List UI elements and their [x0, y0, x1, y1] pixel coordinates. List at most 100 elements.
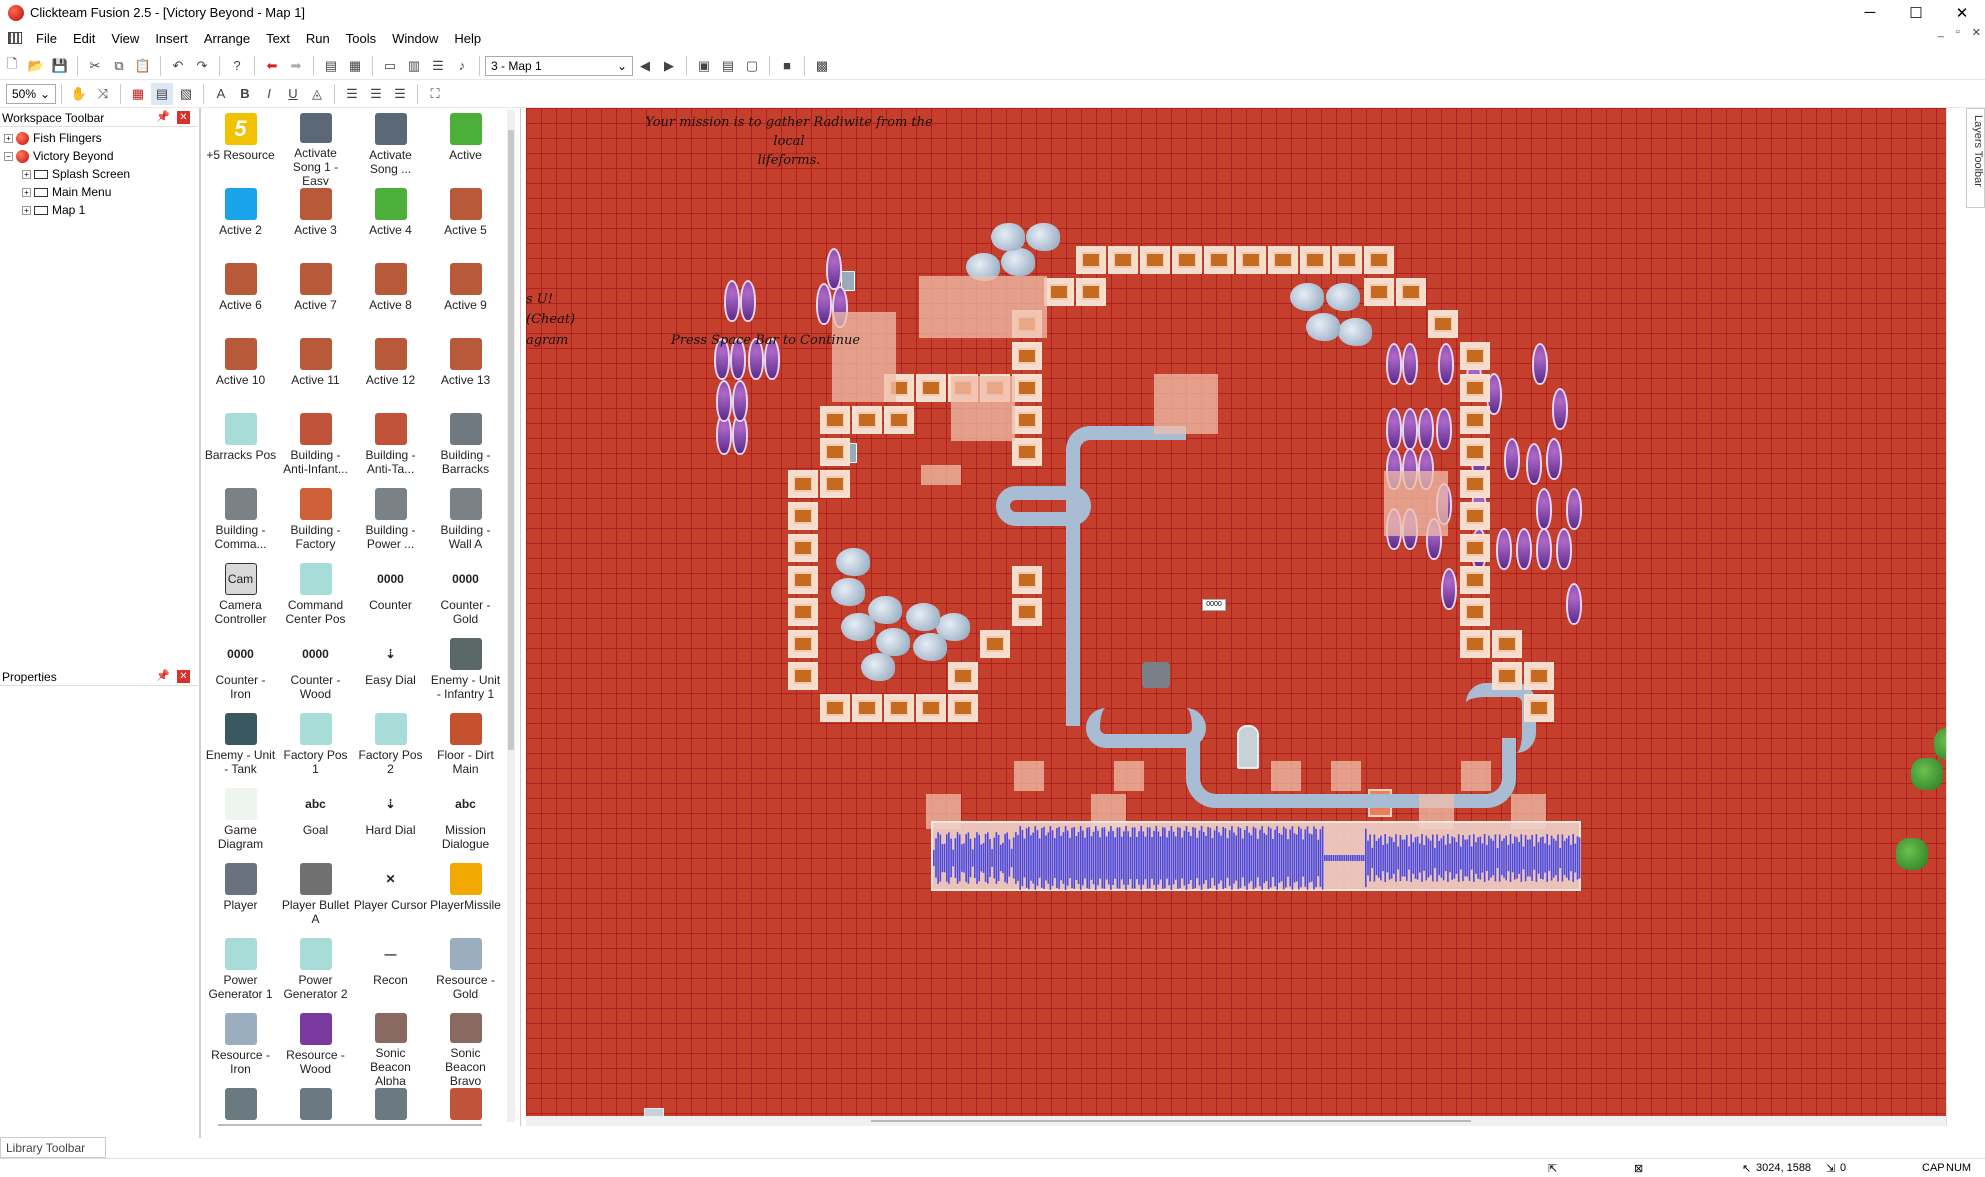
library-hscroll[interactable] — [218, 1124, 482, 1126]
expand-icon[interactable]: + — [22, 187, 31, 197]
run-frame-icon[interactable]: ▤ — [717, 55, 739, 77]
font-icon[interactable]: A — [210, 83, 232, 105]
wall-block[interactable] — [1108, 246, 1138, 274]
script-icon[interactable]: ♪ — [451, 55, 473, 77]
floor-tile[interactable] — [1014, 761, 1044, 791]
wall-block[interactable] — [1204, 246, 1234, 274]
tree-item-map-1[interactable]: + Map 1 — [0, 201, 198, 219]
copy-icon[interactable]: ⧉ — [108, 55, 130, 77]
grid-setup-icon[interactable]: ▧ — [175, 83, 197, 105]
wall-block[interactable] — [1364, 278, 1394, 306]
paste-icon[interactable]: 📋 — [132, 55, 154, 77]
menu-file[interactable]: File — [28, 31, 65, 46]
resource-iron[interactable] — [831, 578, 865, 606]
menu-arrange[interactable]: Arrange — [196, 31, 258, 46]
expand-icon[interactable]: + — [4, 133, 13, 143]
resource-iron[interactable] — [1306, 313, 1340, 341]
hand-tool-icon[interactable]: ✋ — [68, 83, 90, 105]
wall-block[interactable] — [1172, 246, 1202, 274]
show-grid-icon[interactable]: ▦ — [127, 83, 149, 105]
resource-iron[interactable] — [991, 223, 1025, 251]
library-item[interactable]: Active 6 — [203, 260, 278, 335]
resource-iron[interactable] — [1326, 283, 1360, 311]
resource-wood[interactable] — [1552, 388, 1568, 430]
floor-tile[interactable] — [951, 376, 1015, 441]
tree-item-splash-screen[interactable]: + Splash Screen — [0, 165, 198, 183]
library-item[interactable]: Sonic Beacon Alpha — [353, 1010, 428, 1085]
underline-icon[interactable]: U — [282, 83, 304, 105]
wall-block[interactable] — [788, 630, 818, 658]
wall-block[interactable] — [852, 406, 882, 434]
wall-block[interactable] — [1140, 246, 1170, 274]
wall-block[interactable] — [1076, 246, 1106, 274]
library-item[interactable]: Player Bullet A — [278, 860, 353, 935]
zoom-select[interactable]: 50% ⌄ — [6, 83, 56, 104]
resource-wood[interactable] — [1418, 408, 1434, 450]
wall-block[interactable] — [1268, 246, 1298, 274]
library-item[interactable]: Command Center Pos — [278, 560, 353, 635]
bold-icon[interactable]: B — [234, 83, 256, 105]
floor-tile[interactable] — [1271, 761, 1301, 791]
library-toolbar-tab[interactable]: Library Toolbar — [0, 1137, 106, 1158]
library-item[interactable]: Activate Song ... — [353, 110, 428, 185]
library-item[interactable]: Active 3 — [278, 185, 353, 260]
library-item[interactable]: abc Mission Dialogue — [428, 785, 503, 860]
collapse-icon[interactable]: − — [4, 151, 13, 161]
library-item[interactable]: Floor - Dirt Main — [428, 710, 503, 785]
resource-iron[interactable] — [1338, 318, 1372, 346]
mdi-minimize-button[interactable]: _ — [1938, 26, 1944, 39]
library-item[interactable] — [278, 1085, 353, 1122]
previous-frame-icon[interactable]: ◀ — [634, 55, 656, 77]
resource-wood[interactable] — [1436, 408, 1452, 450]
library-item[interactable]: 0000 Counter - Wood — [278, 635, 353, 710]
tree-item-fish-flingers[interactable]: + Fish Flingers — [0, 129, 198, 147]
library-item[interactable] — [353, 1085, 428, 1122]
wall-block[interactable] — [1492, 662, 1522, 690]
library-vscroll-thumb[interactable] — [508, 130, 514, 750]
close-button[interactable]: ✕ — [1939, 0, 1985, 25]
resource-wood[interactable] — [1536, 528, 1552, 570]
library-item[interactable]: Active 5 — [428, 185, 503, 260]
library-vscroll[interactable] — [507, 110, 515, 1122]
press-space-text[interactable]: Press Space Bar to Continue — [671, 333, 860, 348]
wall-block[interactable] — [1332, 246, 1362, 274]
library-item[interactable]: Building - Barracks — [428, 410, 503, 485]
library-item[interactable]: Enemy - Unit - Tank — [203, 710, 278, 785]
expand-icon[interactable]: + — [22, 169, 31, 179]
floor-tile[interactable] — [1331, 761, 1361, 791]
wall-block[interactable] — [1012, 342, 1042, 370]
resource-wood[interactable] — [1386, 343, 1402, 385]
resource-iron[interactable] — [836, 548, 870, 576]
data-elements-icon[interactable]: ☰ — [427, 55, 449, 77]
next-frame-icon[interactable]: ▶ — [658, 55, 680, 77]
library-item[interactable]: Factory Pos 2 — [353, 710, 428, 785]
library-item[interactable]: ⇣ Hard Dial — [353, 785, 428, 860]
library-item[interactable] — [428, 1085, 503, 1122]
build-icon[interactable]: ▩ — [811, 55, 833, 77]
library-item[interactable]: Player — [203, 860, 278, 935]
resource-wood[interactable] — [1546, 438, 1562, 480]
wall-block[interactable] — [948, 662, 978, 690]
library-item[interactable]: Barracks Pos — [203, 410, 278, 485]
wall-block[interactable] — [788, 470, 818, 498]
resource-iron[interactable] — [906, 603, 940, 631]
system-menu-icon[interactable] — [8, 32, 22, 44]
wall-block[interactable] — [1012, 406, 1042, 434]
wall-block[interactable] — [1460, 406, 1490, 434]
library-item[interactable]: Cam Camera Controller — [203, 560, 278, 635]
library-item[interactable]: Activate Song 1 - Easy — [278, 110, 353, 185]
align-left-icon[interactable]: ☰ — [341, 83, 363, 105]
wall-block[interactable] — [1460, 502, 1490, 530]
library-item[interactable]: Active 10 — [203, 335, 278, 410]
menu-view[interactable]: View — [103, 31, 147, 46]
wall-block[interactable] — [852, 694, 882, 722]
wall-block[interactable] — [1460, 438, 1490, 466]
menu-text[interactable]: Text — [258, 31, 298, 46]
open-folder-icon[interactable]: 📂 — [25, 55, 47, 77]
library-item[interactable]: ✕ Player Cursor — [353, 860, 428, 935]
wall-block[interactable] — [820, 470, 850, 498]
cut-off-text-3[interactable]: agram — [526, 333, 568, 348]
resource-wood[interactable] — [1496, 528, 1512, 570]
event-editor-icon[interactable]: ▭ — [379, 55, 401, 77]
menu-run[interactable]: Run — [298, 31, 338, 46]
